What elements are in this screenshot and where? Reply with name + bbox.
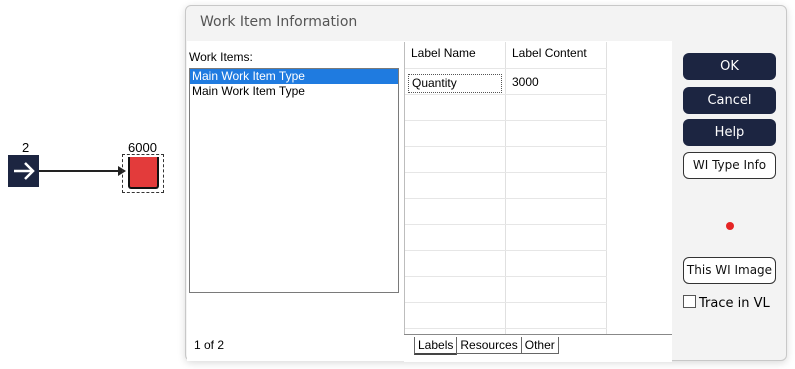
row-divider <box>405 328 607 329</box>
queue-icon[interactable] <box>128 157 159 189</box>
tab-resources[interactable]: Resources <box>456 337 522 354</box>
work-items-label: Work Items: <box>189 50 253 64</box>
cell-label-content[interactable]: 3000 <box>512 75 539 89</box>
status-dot-icon <box>726 222 734 230</box>
work-item-info-dialog: Work Item Information Work Items: Main W… <box>185 5 787 362</box>
this-wi-image-button[interactable]: This WI Image <box>683 257 776 284</box>
row-divider <box>405 146 607 147</box>
cancel-button[interactable]: Cancel <box>683 87 776 114</box>
tab-labels[interactable]: Labels <box>414 337 458 355</box>
row-divider <box>405 120 607 121</box>
ok-button[interactable]: OK <box>683 53 776 80</box>
row-divider <box>405 172 607 173</box>
item-count: 1 of 2 <box>194 338 225 352</box>
row-divider <box>405 198 607 199</box>
cell-label-name[interactable]: Quantity <box>408 74 502 93</box>
wi-type-info-button[interactable]: WI Type Info <box>683 152 776 179</box>
entry-count-label: 2 <box>22 140 30 155</box>
trace-in-vl-checkbox[interactable]: Trace in VL <box>683 295 770 311</box>
dialog-title: Work Item Information <box>200 14 358 30</box>
checkbox-icon[interactable] <box>683 295 696 308</box>
header-label-name[interactable]: Label Name <box>411 46 476 60</box>
entry-point-icon[interactable] <box>8 155 39 187</box>
row-divider <box>405 302 607 303</box>
list-item[interactable]: Main Work Item Type <box>190 69 398 84</box>
tab-strip: Labels Resources Other <box>414 337 559 355</box>
queue-count-label: 6000 <box>128 140 157 155</box>
header-label-content[interactable]: Label Content <box>512 46 587 60</box>
row-divider <box>405 276 607 277</box>
row-divider <box>405 94 607 95</box>
tab-other[interactable]: Other <box>520 337 559 354</box>
help-button[interactable]: Help <box>683 119 776 146</box>
trace-label: Trace in VL <box>699 296 770 311</box>
work-items-list[interactable]: Main Work Item Type Main Work Item Type <box>189 68 399 293</box>
route-line[interactable] <box>39 170 121 172</box>
labels-table: Label Name Label Content Quantity 3000 <box>404 42 607 334</box>
row-divider <box>405 68 607 69</box>
row-divider <box>405 224 607 225</box>
list-item[interactable]: Main Work Item Type <box>190 84 398 99</box>
row-divider <box>405 250 607 251</box>
